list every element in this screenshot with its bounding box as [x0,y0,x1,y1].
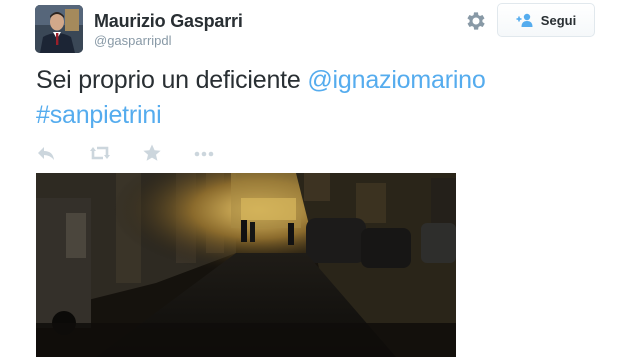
street-night-photo [36,173,456,357]
follow-button[interactable]: Segui [497,3,595,37]
tweet-text: Sei proprio un deficiente @ignaziomarino… [36,63,616,133]
tweet-text-plain: Sei proprio un deficiente [36,66,308,94]
reply-icon[interactable] [36,143,56,168]
gear-icon[interactable] [464,9,488,33]
mention-link[interactable]: @ignaziomarino [307,66,485,94]
retweet-icon[interactable] [89,143,111,168]
favorite-icon[interactable] [142,143,162,168]
hashtag-link[interactable]: #sanpietrini [36,101,162,129]
follow-button-label: Segui [540,12,577,28]
more-icon[interactable] [193,143,215,168]
author-handle[interactable]: @gasparripdl [94,33,172,48]
author-display-name[interactable]: Maurizio Gasparri [94,11,243,32]
avatar[interactable] [35,5,83,53]
avatar-image [35,5,83,53]
tweet-photo[interactable] [36,173,456,357]
follow-icon [516,13,533,27]
